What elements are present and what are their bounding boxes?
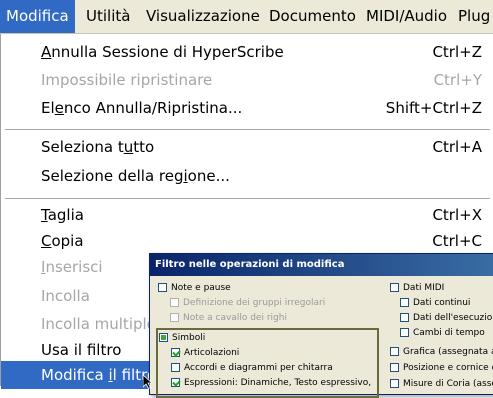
checkbox-icon[interactable] xyxy=(390,363,399,372)
menu-item-seleziona-tutto[interactable]: Seleziona tutto Ctrl+A xyxy=(1,133,493,161)
menu-item-elenco-annulla[interactable]: Elenco Annulla/Ripristina... Shift+Ctrl+… xyxy=(1,94,493,122)
checkbox-icon[interactable] xyxy=(158,283,167,292)
menu-item-ripristina: Impossibile ripristinare Ctrl+Y xyxy=(1,66,493,94)
menu-modifica[interactable]: Modifica xyxy=(0,0,75,33)
checkbox-icon[interactable] xyxy=(400,313,409,322)
menu-midi-audio[interactable]: MIDI/Audio xyxy=(360,0,453,33)
menu-item-annulla[interactable]: Annulla Sessione di HyperScribe Ctrl+Z xyxy=(1,38,493,66)
checkbox-checked-icon[interactable] xyxy=(171,348,180,357)
dialog-title: Filtro nelle operazioni di modifica xyxy=(150,254,493,276)
menu-separator xyxy=(5,129,490,131)
checkbox-icon[interactable] xyxy=(171,363,180,372)
menu-documento[interactable]: Documento xyxy=(263,0,362,33)
menu-visualizzazione[interactable]: Visualizzazione xyxy=(140,0,266,33)
mouse-pointer-icon xyxy=(143,375,154,389)
menu-item-copia[interactable]: Copia Ctrl+C xyxy=(1,227,493,255)
shortcut-label: Ctrl+X xyxy=(432,206,482,224)
checkbox-icon[interactable] xyxy=(400,298,409,307)
shortcut-label: Ctrl+Z xyxy=(432,43,482,61)
menu-utilita[interactable]: Utilità xyxy=(80,0,136,33)
shortcut-label: Shift+Ctrl+Z xyxy=(385,99,482,117)
checkbox-icon[interactable] xyxy=(390,347,399,356)
checkbox-icon[interactable] xyxy=(390,379,399,388)
checkbox-icon[interactable] xyxy=(390,283,399,292)
shortcut-label: Ctrl+A xyxy=(432,138,482,156)
checkbox-icon xyxy=(170,298,179,307)
menu-plug[interactable]: Plug xyxy=(452,0,493,33)
menu-item-taglia[interactable]: Taglia Ctrl+X xyxy=(1,201,493,229)
menu-item-selezione-regione[interactable]: Selezione della regione... xyxy=(1,162,493,190)
checkbox-icon[interactable] xyxy=(400,328,409,337)
shortcut-label: Ctrl+Y xyxy=(433,71,482,89)
checkbox-partial-icon[interactable] xyxy=(159,333,168,342)
menu-bar: Modifica Utilità Visualizzazione Documen… xyxy=(0,0,493,34)
shortcut-label: Ctrl+C xyxy=(432,232,482,250)
filter-dialog: Filtro nelle operazioni di modifica Note… xyxy=(149,253,493,398)
menu-separator xyxy=(5,198,490,200)
checkbox-icon xyxy=(170,313,179,322)
